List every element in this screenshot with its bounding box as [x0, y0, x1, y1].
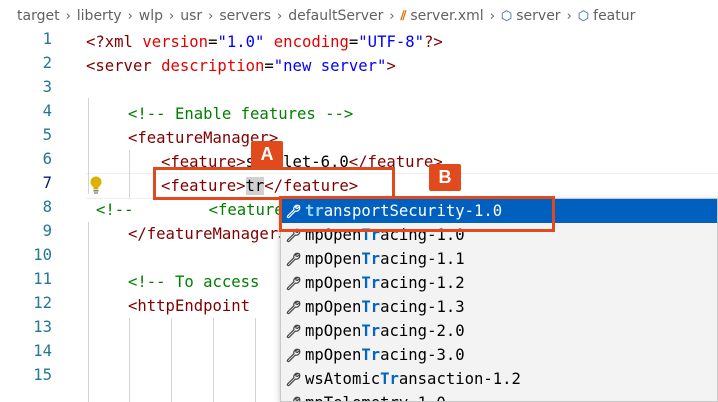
suggestion-item[interactable]: mpOpenTracing-1.1 [281, 247, 717, 271]
chevron-right-icon: › [127, 8, 133, 24]
code-line-9[interactable]: <!-- <feature> [96, 198, 293, 222]
breadcrumb-item-target[interactable]: target [17, 8, 60, 24]
chevron-right-icon: › [208, 8, 214, 24]
breadcrumb: target › liberty › wlp › usr › servers ›… [0, 0, 718, 32]
chevron-right-icon: › [389, 8, 395, 24]
cube-icon: ⬡ [577, 8, 590, 24]
chevron-right-icon: › [566, 8, 572, 24]
chevron-right-icon: › [489, 8, 495, 24]
suggestion-label: mpOpenTracing-1.1 [305, 250, 465, 268]
indent-guide [129, 150, 130, 198]
wrench-icon [281, 299, 305, 315]
chevron-right-icon: › [277, 8, 283, 24]
suggestion-item[interactable]: mpOpenTracing-1.3 [281, 295, 717, 319]
suggestion-item[interactable]: mpOpenTracing-3.0 [281, 343, 717, 367]
suggestion-item[interactable]: mpOpenTracing-1.2 [281, 271, 717, 295]
wrench-icon [281, 395, 305, 401]
code-line-1[interactable]: <?xml version="1.0" encoding="UTF-8"?> [86, 30, 443, 54]
annotation-box-b [279, 196, 555, 232]
code-line-10[interactable]: </featureManager> [128, 222, 288, 246]
chevron-right-icon: › [65, 8, 71, 24]
wrench-icon [281, 371, 305, 387]
line-number: 13 [33, 318, 52, 336]
suggestion-label: wsAtomicTransaction-1.2 [305, 370, 521, 388]
annotation-badge-b: B [429, 164, 461, 191]
wrench-icon [281, 347, 305, 363]
code-line-12[interactable]: <!-- To access [128, 270, 259, 294]
indent-guide [171, 318, 172, 402]
breadcrumb-item-defaultserver[interactable]: defaultServer [288, 8, 383, 24]
line-number: 15 [33, 366, 52, 384]
code-line-5[interactable]: <!-- Enable features --> [128, 102, 353, 126]
rss-icon: ⫽ [400, 8, 407, 24]
suggestion-item[interactable]: mpOpenTracing-2.0 [281, 319, 717, 343]
code-line-2[interactable]: <server description="new server"> [86, 54, 396, 78]
line-number: 6 [42, 150, 52, 168]
line-number: 1 [42, 30, 52, 48]
line-number: 10 [33, 246, 52, 264]
line-number-active: 7 [42, 174, 52, 192]
suggestion-label: mpTelemetry-1.0 [305, 391, 446, 401]
code-line-13[interactable]: <httpEndpoint [128, 294, 250, 318]
breadcrumb-file-label: server.xml [410, 8, 484, 24]
annotation-badge-a: A [251, 141, 283, 168]
wrench-icon [281, 323, 305, 339]
breadcrumb-item-server-xml[interactable]: ⫽ server.xml [401, 8, 484, 24]
line-number: 14 [33, 342, 52, 360]
line-number: 9 [42, 222, 52, 240]
breadcrumb-symbol-label: featur [593, 8, 636, 24]
line-number: 5 [42, 126, 52, 144]
wrench-icon [281, 251, 305, 267]
lightbulb-icon[interactable] [88, 175, 104, 195]
suggestion-label: mpOpenTracing-1.2 [305, 274, 465, 292]
suggestion-item[interactable]: mpTelemetry-1.0 [281, 391, 717, 401]
breadcrumb-item-liberty[interactable]: liberty [77, 8, 122, 24]
cube-icon: ⬡ [500, 8, 513, 24]
line-number: 4 [42, 102, 52, 120]
indent-guide [213, 318, 214, 402]
suggestion-label: mpOpenTracing-3.0 [305, 346, 465, 364]
breadcrumb-item-wlp[interactable]: wlp [139, 8, 163, 24]
suggestion-label: mpOpenTracing-2.0 [305, 322, 465, 340]
line-number: 8 [42, 198, 52, 216]
breadcrumb-symbol-label: server [516, 8, 561, 24]
indent-guide [88, 222, 89, 402]
line-number: 12 [33, 294, 52, 312]
line-number: 3 [42, 78, 52, 96]
line-number: 2 [42, 54, 52, 72]
breadcrumb-item-feature[interactable]: ⬡ featur [578, 8, 636, 24]
suggestion-label: mpOpenTracing-1.3 [305, 298, 465, 316]
indent-guide [129, 318, 130, 402]
suggestion-item[interactable]: wsAtomicTransaction-1.2 [281, 367, 717, 391]
breadcrumb-item-usr[interactable]: usr [180, 8, 202, 24]
chevron-right-icon: › [169, 8, 175, 24]
wrench-icon [281, 275, 305, 291]
breadcrumb-item-server[interactable]: ⬡ server [501, 8, 561, 24]
breadcrumb-item-servers[interactable]: servers [219, 8, 271, 24]
indent-guide [255, 318, 256, 402]
line-number: 11 [33, 270, 52, 288]
